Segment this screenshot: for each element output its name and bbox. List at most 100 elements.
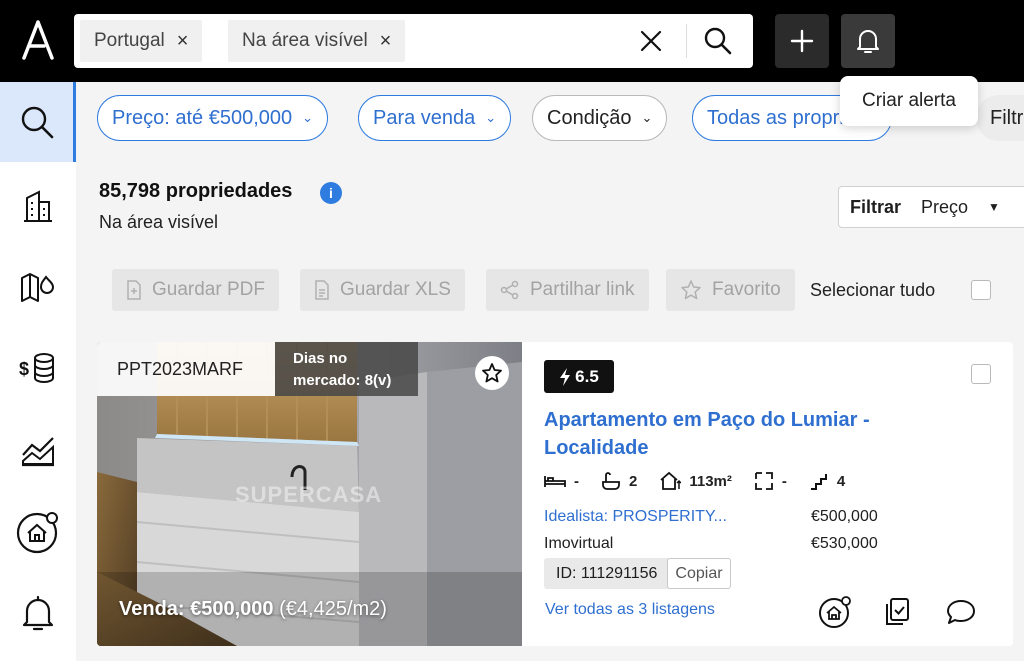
filter-label: Condição — [547, 106, 632, 129]
file-plus-icon — [127, 280, 141, 300]
source-imovirtual: Imovirtual — [544, 535, 614, 552]
chevron-down-icon: ⌄ — [641, 110, 653, 125]
star-icon — [681, 280, 701, 300]
file-doc-icon — [315, 280, 329, 300]
see-all-listings-link[interactable]: Ver todas as 3 listagens — [545, 601, 715, 619]
clear-search-icon[interactable] — [636, 26, 666, 56]
feature-area: 113m² — [659, 471, 732, 491]
add-button[interactable] — [775, 14, 829, 68]
search-box[interactable]: Portugal × Na área visível × — [74, 14, 753, 68]
filter-for-sale[interactable]: Para venda ⌄ — [358, 95, 512, 141]
button-label: Guardar PDF — [152, 279, 265, 300]
favorite-button[interactable]: Favorito — [666, 269, 795, 311]
create-alert-tooltip: Criar alerta — [840, 76, 978, 126]
sidebar-item-finance[interactable]: $ — [0, 328, 76, 408]
more-filters-button[interactable]: Filtr — [976, 95, 1024, 141]
buildings-icon — [24, 190, 52, 222]
chevron-down-icon: ⌄ — [302, 110, 314, 125]
plus-icon — [790, 29, 814, 53]
share-icon — [500, 280, 519, 300]
days-on-market-badge: Dias no mercado: 8(v) — [275, 342, 418, 396]
feature-floors: 4 — [809, 471, 845, 491]
divider — [686, 24, 687, 58]
listing-select-checkbox[interactable] — [971, 364, 991, 384]
filter-label: Preço: até €500,000 — [112, 106, 293, 129]
lightning-icon — [560, 367, 571, 386]
star-icon — [482, 363, 502, 383]
days-line: Dias no — [293, 350, 348, 367]
feature-bedrooms: - — [544, 473, 579, 490]
photo-watermark: SUPERCASA — [235, 482, 383, 507]
listing-photo[interactable]: PPT2023MARF Dias no mercado: 8(v) SUPERC… — [97, 342, 522, 646]
filter-label: Para venda — [373, 106, 476, 129]
bell-icon — [22, 595, 54, 631]
listing-card[interactable]: PPT2023MARF Dias no mercado: 8(v) SUPERC… — [97, 342, 1013, 646]
search-chip-portugal: Portugal × — [80, 20, 203, 62]
sidebar-item-map[interactable] — [0, 247, 76, 327]
listing-features: - 2 113m² - 4 — [544, 469, 867, 493]
share-link-button[interactable]: Partilhar link — [486, 269, 649, 311]
sidebar-item-buildings[interactable] — [0, 166, 76, 246]
save-xls-button[interactable]: Guardar XLS — [300, 269, 465, 311]
feature-value: 4 — [836, 472, 846, 490]
price-per-m2: (€4,425/m2) — [279, 598, 387, 620]
feature-bathrooms: 2 — [601, 471, 637, 491]
chip-close-icon[interactable]: × — [380, 30, 392, 53]
sidebar-item-alerts[interactable] — [0, 574, 76, 654]
sidebar-item-home-valuation[interactable] — [0, 492, 76, 572]
button-label: Guardar XLS — [340, 279, 451, 300]
feature-value: 113m² — [689, 472, 732, 490]
select-all-checkbox[interactable] — [971, 280, 991, 300]
filter-price[interactable]: Preço: até €500,000 ⌄ — [97, 95, 329, 141]
money-stack-icon: $ — [19, 353, 54, 383]
save-pdf-button[interactable]: Guardar PDF — [112, 269, 279, 311]
sort-label: Filtrar — [850, 196, 902, 217]
app-window: { "search": { "chips": ["Portugal", "Na … — [0, 0, 1024, 661]
select-all-label: Selecionar tudo — [810, 280, 936, 300]
sale-price: Venda: €500,000 (€4,425/m2) — [119, 598, 387, 621]
bell-icon — [857, 30, 879, 53]
alerts-button[interactable] — [841, 14, 895, 68]
button-label: Partilhar link — [530, 279, 635, 300]
compare-button[interactable] — [880, 594, 916, 630]
listing-score-badge: 6.5 — [544, 360, 614, 393]
source-imovirtual-price: €530,000 — [811, 535, 878, 552]
top-bar: Portugal × Na área visível × — [0, 0, 1024, 82]
sort-dropdown[interactable]: Filtrar Preço ▼ — [838, 186, 1024, 228]
sidebar-item-search[interactable] — [0, 82, 76, 162]
results-area-label: Na área visível — [99, 212, 219, 232]
sort-value: Preço — [921, 196, 969, 217]
chat-bubble-icon — [947, 600, 975, 624]
left-sidebar: $ — [0, 82, 76, 661]
results-count: 85,798 propriedades — [99, 180, 293, 202]
feature-value: 2 — [629, 472, 638, 490]
app-logo-icon[interactable] — [18, 20, 58, 60]
comment-button[interactable] — [943, 594, 979, 630]
valuation-button[interactable] — [817, 594, 853, 630]
chip-label: Portugal — [94, 30, 165, 51]
home-circle-icon — [16, 512, 58, 554]
bath-icon — [602, 472, 620, 490]
listing-id-box: ID: 111291156 Copiar — [544, 558, 731, 589]
stairs-icon — [810, 474, 827, 490]
map-flame-icon — [21, 273, 55, 302]
source-idealista-price: €500,000 — [811, 508, 878, 525]
score-value: 6.5 — [575, 366, 599, 386]
bed-icon — [544, 476, 566, 487]
copy-id-button[interactable]: Copiar — [667, 558, 731, 589]
sidebar-item-analytics[interactable] — [0, 410, 76, 490]
home-circle-icon — [819, 596, 851, 628]
feature-value: - — [781, 472, 787, 490]
filter-condition[interactable]: Condição ⌄ — [532, 95, 668, 141]
search-chip-visible-area: Na área visível × — [228, 20, 406, 62]
source-idealista-link[interactable]: Idealista: PROSPERITY... — [544, 508, 727, 526]
favorite-star-button[interactable] — [475, 356, 509, 390]
search-icon[interactable] — [702, 25, 734, 57]
caret-down-icon: ▼ — [988, 200, 1000, 214]
info-icon[interactable]: i — [320, 182, 342, 204]
area-chart-icon — [22, 437, 54, 467]
search-icon — [21, 106, 53, 139]
chevron-down-icon: ⌄ — [485, 110, 497, 125]
listing-title-link[interactable]: Apartamento em Paço do Lumiar - Localida… — [544, 406, 894, 462]
chip-close-icon[interactable]: × — [177, 30, 189, 53]
